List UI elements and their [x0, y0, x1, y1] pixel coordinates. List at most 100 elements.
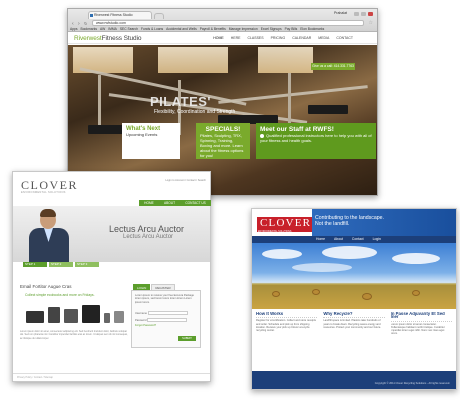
- step-tab[interactable]: STEP 3: [75, 262, 99, 267]
- hay-bale: [362, 293, 372, 300]
- printer-shape: [64, 309, 78, 323]
- step-tab[interactable]: STEP 1: [23, 262, 47, 267]
- laptop-shape: [26, 311, 44, 323]
- clover-footer: Privacy Policy / Contact / Sitemap: [13, 373, 210, 381]
- username-field[interactable]: [147, 310, 188, 315]
- cloud-shape: [292, 263, 352, 272]
- slogan-line: Not the landfill.: [315, 221, 350, 227]
- nav-item[interactable]: CONTACT: [336, 36, 353, 40]
- login-text: Lorem ipsum to receive your free Ecovera…: [135, 294, 194, 304]
- nav-item[interactable]: Contact: [352, 236, 364, 243]
- column-text: Landfill space is limited. Plastics take…: [323, 317, 385, 329]
- browser-chrome: Riverwest Fitness Studio Prahalat ‹ › ↻ …: [68, 9, 377, 32]
- banner-title: Lectus Arcu Auctor: [109, 224, 185, 234]
- call-button[interactable]: Give us a call: 414.331.7763: [311, 63, 355, 70]
- reformer-post: [98, 75, 101, 125]
- phone-shape: [104, 313, 110, 323]
- specials-panel[interactable]: SPECIALS! Pilates, Sculpting, TRX, Spinn…: [196, 123, 250, 159]
- staff-panel[interactable]: Meet our Staff at RWFS! Qualified profes…: [256, 123, 376, 159]
- riverwest-logo[interactable]: RiverwestFitness Studio: [74, 35, 142, 42]
- clover-red-logo[interactable]: CLOVER: [257, 217, 312, 232]
- password-label: Password: [135, 319, 147, 323]
- nav-item[interactable]: Home: [316, 236, 325, 243]
- utility-links[interactable]: Login to Account / Contact / Search: [165, 179, 206, 182]
- how-it-works-column: How It Works Register for eCertification…: [256, 312, 318, 370]
- blue-nav: Home About Contact Login: [312, 236, 456, 243]
- password-field[interactable]: [147, 317, 188, 322]
- nav-strip: [252, 236, 312, 243]
- why-recycle-column: Why Recycle? Landfill space is limited. …: [323, 312, 385, 370]
- field-hero-image: [252, 243, 456, 309]
- column-title: How It Works: [256, 312, 284, 316]
- hair-shape: [40, 209, 56, 217]
- profile-name[interactable]: Prahalat: [334, 11, 347, 15]
- new-tab-button[interactable]: [154, 13, 164, 19]
- console-shape: [114, 311, 124, 323]
- nav-item[interactable]: About: [334, 236, 343, 243]
- window-decor: [258, 47, 313, 73]
- ebook-bullet: Collect simple ecobooks and more on Frid…: [25, 293, 95, 297]
- body-copy: Lorem ipsum dolor sit amet, consectetur …: [20, 330, 128, 340]
- nav-item[interactable]: CALENDAR: [292, 36, 311, 40]
- cloud-shape: [322, 246, 377, 259]
- blue-header: CLOVER ENVIRONMENTAL SOLUTIONS Contribut…: [252, 209, 456, 236]
- devices-image: [26, 305, 126, 327]
- forgot-password-link[interactable]: Forgot Password?: [135, 324, 197, 327]
- logo-part-b: Fitness Studio: [101, 35, 142, 42]
- nav-item[interactable]: MEDIA: [318, 36, 329, 40]
- panel-text: Qualified professional instructors here …: [260, 133, 372, 143]
- banner-subtitle: Lectus Arcu Auctor: [123, 234, 174, 240]
- column-title: In Passe Adjuvarity Et Sed Iner: [390, 312, 445, 320]
- clover-banner: Lectus Arcu Auctor Lectus Arcu Auctor: [13, 206, 210, 262]
- logo-part-a: Riverwest: [74, 35, 102, 42]
- browser-tab[interactable]: Riverwest Fitness Studio: [88, 11, 152, 19]
- tab-title: Riverwest Fitness Studio: [94, 13, 133, 17]
- nav-item[interactable]: Login: [373, 236, 381, 243]
- hay-bale: [412, 290, 420, 296]
- clover-tagline: ENVIRONMENTAL SOLUTIONS: [21, 191, 66, 194]
- favicon-icon: [90, 14, 93, 17]
- nav-item[interactable]: CLASSES: [247, 36, 263, 40]
- blue-footer: Copyright © 2011 Clover Recycling Soluti…: [252, 371, 456, 389]
- clover-blue-site: CLOVER ENVIRONMENTAL SOLUTIONS Contribut…: [251, 208, 457, 390]
- panel-title: SPECIALS!: [205, 126, 241, 133]
- username-label: Username: [135, 312, 147, 316]
- minimize-icon[interactable]: [354, 12, 359, 16]
- tablet-shape: [48, 307, 60, 323]
- info-columns: How It Works Register for eCertification…: [256, 312, 452, 370]
- nav-item[interactable]: HOME: [213, 36, 224, 40]
- reformer-bench: [308, 105, 348, 114]
- submit-button[interactable]: SUBMIT: [178, 336, 196, 341]
- hero-title: PILATES': [150, 94, 212, 109]
- reformer-rail: [218, 85, 368, 104]
- third-column: In Passe Adjuvarity Et Sed Iner Lorem ip…: [390, 312, 452, 370]
- step-tab[interactable]: STEP 2: [49, 262, 73, 267]
- whats-next-panel[interactable]: What's Next Upcoming Events: [122, 123, 180, 159]
- close-icon[interactable]: [368, 12, 373, 16]
- ebook-heading: Email Fortitor Augue Cras: [20, 284, 72, 289]
- nav-item[interactable]: PRICING: [271, 36, 286, 40]
- wheat-field: [252, 285, 456, 309]
- column-title: Why Recycle?: [323, 312, 353, 316]
- window-decor: [158, 47, 228, 73]
- riverwest-browser-window: Riverwest Fitness Studio Prahalat ‹ › ↻ …: [67, 8, 378, 196]
- riverwest-main-nav: HOME HERE CLASSES PRICING CALENDAR MEDIA…: [213, 36, 353, 40]
- monitor-shape: [82, 305, 100, 323]
- panel-text: Pilates, Sculpting, TRX, Spinning, Train…: [200, 133, 244, 158]
- nav-item[interactable]: HERE: [231, 36, 241, 40]
- hero-subtitle: Flexibility, Coordination and Strength: [154, 109, 236, 115]
- slogan-banner: Contributing to the landscape. Not the l…: [312, 209, 456, 236]
- panel-title: Meet our Staff at RWFS!: [260, 126, 334, 133]
- maximize-icon[interactable]: [361, 12, 366, 16]
- cloud-shape: [262, 249, 302, 259]
- panel-text: Upcoming Events: [126, 132, 158, 137]
- businessman-photo: [27, 206, 73, 262]
- riverwest-header: RiverwestFitness Studio HOME HERE CLASSE…: [68, 32, 377, 44]
- column-text: Register for eCertification. Collect and…: [256, 317, 318, 333]
- steps-bar: STEP 1 STEP 2 STEP 3: [23, 262, 210, 267]
- clover-green-site: CLOVER ENVIRONMENTAL SOLUTIONS Login to …: [12, 171, 211, 382]
- hay-bale: [272, 291, 280, 297]
- column-text: Lorem ipsum dolor sit amet consectetur. …: [390, 320, 452, 336]
- login-box: Lorem ipsum to receive your free Ecovera…: [131, 290, 201, 348]
- clover-blue-tagline: ENVIRONMENTAL SOLUTIONS: [258, 231, 292, 233]
